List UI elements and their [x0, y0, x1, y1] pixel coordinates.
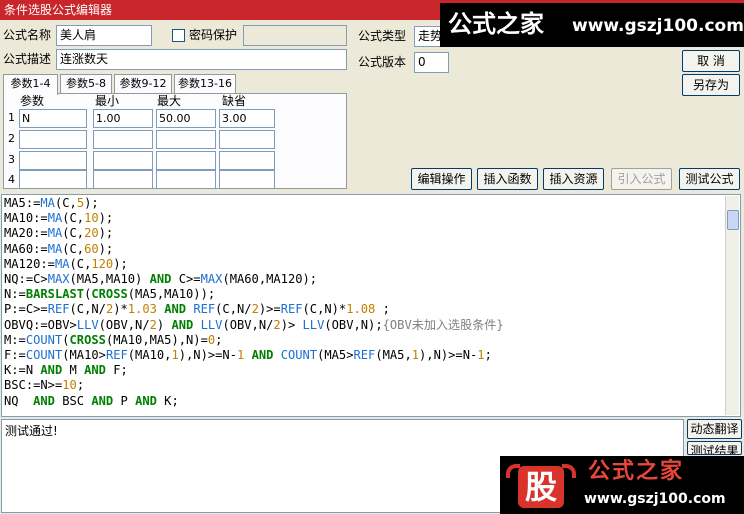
test-output-text: 测试通过! — [5, 424, 58, 438]
password-input[interactable] — [243, 25, 347, 46]
param-min-cell[interactable] — [93, 151, 153, 170]
param-default-cell[interactable] — [219, 130, 275, 149]
dynamic-translate-button[interactable]: 动态翻译 — [687, 419, 742, 439]
code-line[interactable]: M:=COUNT(CROSS(MA10,MA5),N)=0; — [4, 333, 504, 348]
editor-scrollbar[interactable] — [725, 196, 739, 415]
code-line[interactable]: NQ AND BSC AND P AND K; — [4, 394, 504, 409]
scrollbar-thumb[interactable] — [727, 210, 739, 230]
param-max-cell[interactable] — [156, 151, 216, 170]
insert-resource-button[interactable]: 插入资源 — [543, 168, 604, 190]
code-line[interactable]: MA5:=MA(C,5); — [4, 196, 504, 211]
formula-desc-label: 公式描述 — [3, 52, 52, 66]
password-checkbox[interactable] — [172, 29, 185, 42]
param-row-num: 3 — [8, 153, 15, 166]
code-line[interactable]: K:=N AND M AND F; — [4, 363, 504, 378]
bull-logo-icon: 股 — [506, 462, 576, 508]
tab-params-9-12[interactable]: 参数9-12 — [114, 74, 172, 93]
code-line[interactable]: F:=COUNT(MA10>REF(MA10,1),N)>=N-1 AND CO… — [4, 348, 504, 363]
logo-character: 股 — [518, 466, 564, 508]
formula-name-input[interactable]: 美人肩 — [56, 25, 152, 46]
code-line[interactable]: BSC:=N>=10; — [4, 378, 504, 393]
code-line[interactable]: MA10:=MA(C,10); — [4, 211, 504, 226]
code-line[interactable]: P:=C>=REF(C,N/2)*1.03 AND REF(C,N/2)>=RE… — [4, 302, 504, 317]
formula-name-label: 公式名称 — [3, 28, 52, 42]
watermark-url-top: www.gszj100.com — [572, 16, 744, 36]
formula-desc-input[interactable]: 连涨数天 — [56, 49, 347, 70]
code-line[interactable]: N:=BARSLAST(CROSS(MA5,MA10)); — [4, 287, 504, 302]
param-default-cell[interactable] — [219, 170, 275, 189]
test-result-button[interactable]: 测试结果 — [687, 441, 742, 455]
param-max-cell[interactable] — [156, 130, 216, 149]
formula-version-label: 公式版本 — [358, 55, 407, 69]
param-header-name: 参数 — [20, 94, 45, 108]
edit-operation-button[interactable]: 编辑操作 — [411, 168, 472, 190]
param-default-cell[interactable] — [219, 151, 275, 170]
param-name-cell[interactable] — [19, 170, 87, 189]
code-editor[interactable]: MA5:=MA(C,5); MA10:=MA(C,10); MA20:=MA(C,2… — [1, 194, 741, 417]
code-line[interactable]: MA60:=MA(C,60); — [4, 242, 504, 257]
insert-function-button[interactable]: 插入函数 — [477, 168, 538, 190]
param-header-max: 最大 — [157, 94, 182, 108]
watermark-banner-bottom: 股 公式之家 www.gszj100.com — [500, 456, 744, 514]
tab-params-1-4[interactable]: 参数1-4 — [3, 74, 58, 95]
save-as-button[interactable]: 另存为 — [682, 74, 740, 96]
watermark-banner-top: 公式之家 www.gszj100.com — [440, 3, 744, 47]
params-panel: 参数 最小 最大 缺省 1 N 1.00 50.00 3.00 2 3 4 — [3, 93, 347, 189]
param-max-cell[interactable]: 50.00 — [156, 109, 216, 128]
param-name-cell[interactable] — [19, 151, 87, 170]
code-line[interactable]: MA20:=MA(C,20); — [4, 226, 504, 241]
param-name-cell[interactable] — [19, 130, 87, 149]
import-formula-button[interactable]: 引入公式 — [611, 168, 672, 190]
code-line[interactable]: MA120:=MA(C,120); — [4, 257, 504, 272]
param-max-cell[interactable] — [156, 170, 216, 189]
window-title: 条件选股公式编辑器 — [4, 3, 113, 17]
param-min-cell[interactable] — [93, 130, 153, 149]
param-row-num: 1 — [8, 111, 15, 124]
param-header-min: 最小 — [95, 94, 120, 108]
password-label: 密码保护 — [189, 28, 238, 42]
watermark-brand-top: 公式之家 — [448, 10, 544, 38]
param-row-num: 4 — [8, 173, 15, 186]
tab-params-5-8[interactable]: 参数5-8 — [60, 74, 112, 93]
watermark-url-bottom: www.gszj100.com — [584, 491, 726, 507]
param-min-cell[interactable]: 1.00 — [93, 109, 153, 128]
tab-params-13-16[interactable]: 参数13-16 — [174, 74, 236, 93]
param-header-default: 缺省 — [222, 94, 247, 108]
formula-version-input[interactable]: 0 — [414, 52, 449, 73]
param-min-cell[interactable] — [93, 170, 153, 189]
param-row-num: 2 — [8, 132, 15, 145]
code-text[interactable]: MA5:=MA(C,5); MA10:=MA(C,10); MA20:=MA(C,2… — [4, 196, 504, 409]
code-line[interactable]: NQ:=C>MAX(MA5,MA10) AND C>=MAX(MA60,MA12… — [4, 272, 504, 287]
param-name-cell[interactable]: N — [19, 109, 87, 128]
watermark-brand-bottom: 公式之家 — [588, 459, 685, 484]
cancel-button[interactable]: 取 消 — [682, 50, 740, 72]
formula-type-label: 公式类型 — [358, 29, 407, 43]
code-line[interactable]: OBVQ:=OBV>LLV(OBV,N/2) AND LLV(OBV,N/2)>… — [4, 318, 504, 333]
param-default-cell[interactable]: 3.00 — [219, 109, 275, 128]
test-formula-button[interactable]: 测试公式 — [679, 168, 740, 190]
